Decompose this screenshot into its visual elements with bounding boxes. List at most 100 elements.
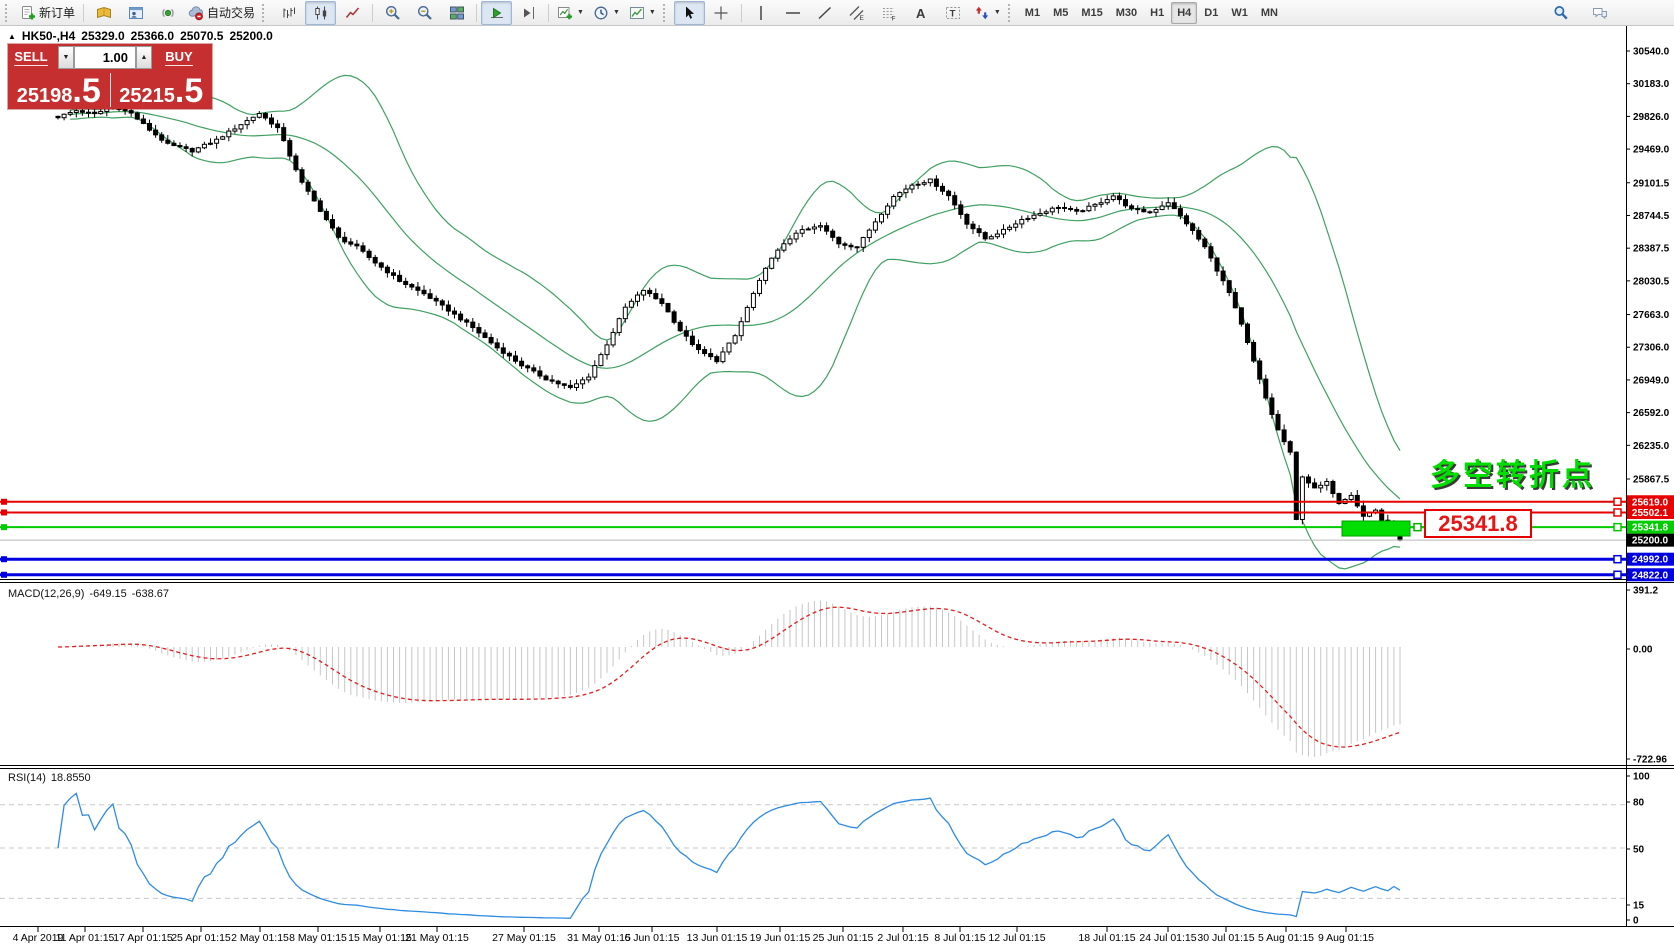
line-handle[interactable] (1614, 571, 1621, 578)
tile-windows-button[interactable] (441, 1, 472, 25)
auto-scroll-button[interactable] (481, 1, 512, 25)
dropdown-caret-icon[interactable]: ▼ (577, 9, 584, 16)
toolbar-grip (262, 4, 268, 22)
candle-body (1002, 229, 1006, 234)
candle-body (398, 275, 402, 281)
time-axis-label[interactable]: 17 Apr 01:15 (113, 932, 173, 944)
candle-body (227, 131, 231, 137)
line-handle[interactable] (1, 524, 7, 530)
crosshair-button[interactable] (706, 1, 737, 25)
navigator-button[interactable] (120, 1, 151, 25)
candle-body (575, 384, 579, 388)
line-handle[interactable] (1614, 556, 1621, 563)
candle-body (477, 328, 481, 333)
time-axis-label[interactable]: 27 May 01:15 (492, 932, 556, 944)
timeframe-m1-button[interactable]: M1 (1019, 2, 1046, 24)
line-handle[interactable] (1614, 524, 1621, 531)
candle-body (282, 128, 286, 141)
time-axis-label[interactable]: 21 May 01:15 (405, 932, 469, 944)
line-handle[interactable] (1, 509, 7, 515)
chat-button[interactable] (1584, 1, 1615, 25)
volume-decrease-button[interactable]: ▼ (58, 46, 74, 69)
autotrade-button[interactable]: 自动交易 (184, 1, 259, 25)
fibonacci-button[interactable]: F (874, 1, 905, 25)
templates-button[interactable]: ▼ (625, 1, 660, 25)
line-chart-button[interactable] (337, 1, 368, 25)
time-axis-label[interactable]: 2 Jul 01:15 (877, 932, 929, 944)
dropdown-caret-icon[interactable]: ▼ (994, 9, 1001, 16)
line-handle[interactable] (1, 556, 7, 562)
zoom-out-button[interactable] (409, 1, 440, 25)
horizontal-line-button[interactable] (778, 1, 809, 25)
time-axis-label[interactable]: 30 Jul 01:15 (1197, 932, 1254, 944)
timeframe-m5-button[interactable]: M5 (1047, 2, 1074, 24)
time-axis-label[interactable]: 9 Aug 01:15 (1318, 932, 1374, 944)
volume-increase-button[interactable]: ▲ (136, 46, 152, 69)
buy-price[interactable]: 25215.5 (111, 71, 213, 109)
chart-area[interactable]: 30540.030183.029826.029469.029101.528744… (0, 0, 1674, 949)
timeframe-h4-button[interactable]: H4 (1171, 2, 1197, 24)
timeframe-w1-button[interactable]: W1 (1225, 2, 1254, 24)
text-label-button[interactable]: T (938, 1, 969, 25)
vertical-line-button[interactable] (746, 1, 777, 25)
line-handle[interactable] (1, 499, 7, 505)
market-watch-button[interactable] (88, 1, 119, 25)
bar-chart-button[interactable] (273, 1, 304, 25)
time-axis-label[interactable]: 13 Jun 01:15 (687, 932, 748, 944)
new-chart-button[interactable]: ▼ (553, 1, 588, 25)
candlestick-button[interactable] (305, 1, 336, 25)
time-axis-label[interactable]: 25 Apr 01:15 (171, 932, 231, 944)
line-handle[interactable] (1, 572, 7, 578)
candle-body (440, 301, 444, 305)
highlight-zone[interactable] (1342, 521, 1410, 536)
arrows-button[interactable]: ▼ (970, 1, 1005, 25)
line-handle[interactable] (1614, 498, 1621, 505)
volume-input[interactable] (74, 46, 136, 69)
candle-body (654, 294, 658, 299)
collapse-panel-toggle[interactable]: ▲ (8, 32, 16, 41)
time-axis-label[interactable]: 11 Apr 01:15 (56, 932, 115, 944)
time-axis-label[interactable]: 8 May 01:15 (289, 932, 347, 944)
turning-point-annotation[interactable]: 多空转折点 (1430, 450, 1595, 494)
signals-button[interactable] (152, 1, 183, 25)
time-axis-label[interactable]: 18 Jul 01:15 (1078, 932, 1135, 944)
dropdown-caret-icon[interactable]: ▼ (613, 9, 620, 16)
trendline-button[interactable] (810, 1, 841, 25)
periods-button[interactable]: ▼ (589, 1, 624, 25)
new-order-button[interactable]: 新订单 (16, 1, 79, 25)
time-axis-label[interactable]: 5 Aug 01:15 (1258, 932, 1314, 944)
sell-button[interactable]: SELL (8, 45, 54, 70)
timeframe-m30-button[interactable]: M30 (1110, 2, 1143, 24)
chart-shift-button[interactable] (513, 1, 544, 25)
time-axis-label[interactable]: 31 May 01:15 (567, 932, 631, 944)
timeframe-mn-button[interactable]: MN (1255, 2, 1284, 24)
buy-button[interactable]: BUY (156, 45, 202, 70)
zoom-in-button[interactable] (377, 1, 408, 25)
line-handle[interactable] (1414, 524, 1421, 531)
candle-body (739, 322, 743, 336)
chart-header: ▲ HK50-,H4 25329.0 25366.0 25070.5 25200… (8, 29, 273, 43)
time-axis-label[interactable]: 15 May 01:15 (348, 932, 412, 944)
time-axis-label[interactable]: 6 Jun 01:15 (625, 932, 680, 944)
time-axis-label[interactable]: 25 Jun 01:15 (813, 932, 874, 944)
candle-body (1032, 215, 1036, 218)
time-axis-label[interactable]: 24 Jul 01:15 (1139, 932, 1196, 944)
equidistant-channel-button[interactable]: E (842, 1, 873, 25)
search-button[interactable] (1545, 1, 1576, 25)
time-axis-label[interactable]: 8 Jul 01:15 (934, 932, 986, 944)
timeframe-m15-button[interactable]: M15 (1075, 2, 1108, 24)
timeframe-h1-button[interactable]: H1 (1144, 2, 1170, 24)
line-handle[interactable] (1614, 509, 1621, 516)
price-callout-box[interactable]: 25341.8 (1424, 509, 1532, 538)
dropdown-caret-icon[interactable]: ▼ (649, 9, 656, 16)
candle-body (343, 237, 347, 242)
cursor-button[interactable] (674, 1, 705, 25)
sell-price[interactable]: 25198.5 (8, 71, 110, 109)
text-button[interactable]: A (906, 1, 937, 25)
time-axis-label[interactable]: 12 Jul 01:15 (988, 932, 1045, 944)
timeframe-d1-button[interactable]: D1 (1198, 2, 1224, 24)
toolbar-grip (1008, 4, 1014, 22)
candle-body (501, 348, 505, 353)
time-axis-label[interactable]: 2 May 01:15 (231, 932, 289, 944)
time-axis-label[interactable]: 19 Jun 01:15 (750, 932, 811, 944)
